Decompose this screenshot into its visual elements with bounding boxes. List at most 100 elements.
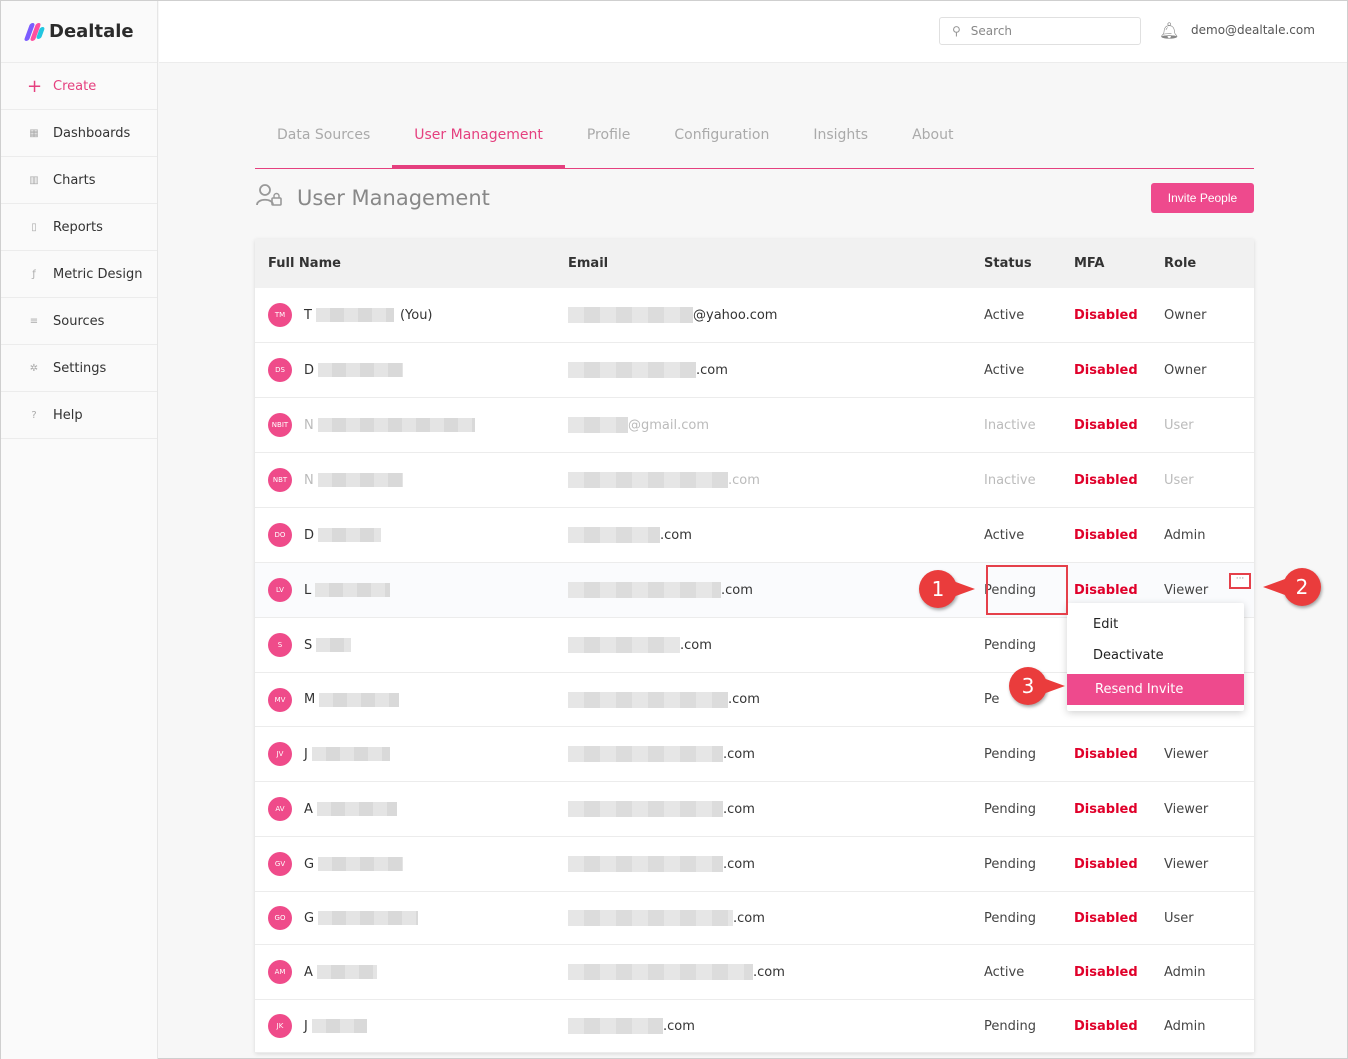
cell-mfa: Disabled [1074,472,1138,488]
header-mfa[interactable]: MFA [1074,256,1164,271]
table-row[interactable]: NBIT N @gmail.com Inactive Disabled User [255,398,1254,453]
cell-role: Viewer [1164,746,1209,762]
cell-full-name: AV A [255,797,555,821]
cell-mfa: Disabled [1074,1018,1138,1034]
cell-status: Pending [984,637,1036,653]
tab-user-management[interactable]: User Management [392,111,565,169]
cell-role: Owner [1164,307,1207,323]
name-initial: J [304,746,308,762]
cell-full-name: DS D [255,358,555,382]
table-row[interactable]: JK J .com Pending Disabled Admin [255,1000,1254,1053]
avatar: DS [268,358,292,382]
menu-item-edit[interactable]: Edit [1067,609,1244,640]
user-email[interactable]: demo@dealtale.com [1191,23,1315,37]
cell-status: Inactive [984,472,1036,488]
sidebar-item-create[interactable]: + Create [1,63,157,110]
redacted-name [318,911,419,925]
cell-role: Admin [1164,1018,1206,1034]
redacted-email [568,746,723,762]
redacted-email [568,910,733,926]
cell-status: Pending [984,801,1036,817]
avatar: JV [268,742,292,766]
menu-item-resend-invite[interactable]: Resend Invite [1067,674,1244,705]
cell-status: Active [984,307,1025,323]
tab-data-sources[interactable]: Data Sources [255,111,392,169]
sidebar-item-charts[interactable]: ▥ Charts [1,157,157,204]
cell-full-name: GV G [255,852,555,876]
table-row[interactable]: NBT N .com Inactive Disabled User [255,453,1254,508]
callout-marker-2: 2 [1263,568,1321,606]
plus-icon: + [27,75,43,97]
name-initial: T [304,307,312,323]
redacted-name [318,528,382,542]
sidebar-item-help[interactable]: ? Help [1,392,157,439]
table-row[interactable]: AV A .com Pending Disabled Viewer [255,782,1254,837]
redacted-email [568,527,660,543]
tab-profile[interactable]: Profile [565,111,653,169]
more-actions-button[interactable]: ··· [1229,573,1251,589]
redacted-email [568,637,680,653]
cell-status: Pending [984,856,1036,872]
dealtale-logo-icon [23,21,46,43]
redacted-name [316,638,352,652]
cell-status: Active [984,964,1025,980]
redacted-email [568,472,728,488]
sidebar: Dealtale + Create ▦ Dashboards ▥ Charts … [1,1,158,1059]
avatar: MV [268,687,292,712]
app-logo[interactable]: Dealtale [1,1,157,63]
sidebar-item-sources[interactable]: ≡ Sources [1,298,157,345]
header-role[interactable]: Role [1164,256,1254,271]
avatar: DO [268,523,292,547]
avatar: TM [268,303,292,327]
redacted-name [311,747,390,761]
sidebar-item-reports[interactable]: ▯ Reports [1,204,157,251]
cell-email: .com [555,1018,984,1034]
header-email[interactable]: Email [555,256,984,271]
redacted-name [317,473,403,487]
callout-marker-1: 1 [919,570,975,608]
grid-icon: ▦ [29,127,39,139]
cell-email: .com [555,472,984,488]
table-row[interactable]: TM T (You) @yahoo.com Active Disabled Ow… [255,288,1254,343]
cell-role: Owner [1164,362,1207,378]
avatar: JK [268,1014,292,1038]
table-row[interactable]: JV J .com Pending Disabled Viewer [255,727,1254,782]
sidebar-item-label: Settings [53,360,107,376]
header-full-name[interactable]: Full Name [255,256,555,271]
cell-email: .com [555,910,984,926]
table-row[interactable]: DS D .com Active Disabled Owner [255,343,1254,398]
sidebar-item-label: Metric Design [53,266,143,282]
callout-number: 1 [931,577,945,601]
tab-about[interactable]: About [890,111,975,169]
top-bar: ⚲ Search 🔔︎ demo@dealtale.com [159,1,1347,63]
email-domain: .com [663,1018,695,1034]
name-initial: M [304,692,316,707]
cell-mfa: Disabled [1074,417,1138,433]
table-row[interactable]: AM A .com Active Disabled Admin [255,945,1254,1000]
sidebar-item-label: Charts [53,172,96,188]
sidebar-item-label: Create [53,78,97,94]
name-initial: G [304,856,315,872]
redacted-email [568,1018,663,1034]
table-row[interactable]: DO D .com Active Disabled Admin [255,508,1254,563]
header-status[interactable]: Status [984,256,1074,271]
bell-icon[interactable]: 🔔︎ [1159,21,1179,40]
cell-email: .com [555,964,984,980]
table-header: Full Name Email Status MFA Role [255,239,1254,288]
tab-configuration[interactable]: Configuration [652,111,791,169]
tab-insights[interactable]: Insights [791,111,890,169]
function-icon: ƒ [32,268,36,280]
table-row[interactable]: GV G .com Pending Disabled Viewer [255,837,1254,892]
table-row[interactable]: GO G .com Pending Disabled User [255,892,1254,945]
sidebar-item-settings[interactable]: ✲ Settings [1,345,157,392]
cell-status: Active [984,527,1025,543]
menu-item-deactivate[interactable]: Deactivate [1067,640,1244,671]
sidebar-item-label: Sources [53,313,105,329]
avatar: GV [268,852,292,876]
cell-mfa: Disabled [1074,362,1138,378]
sidebar-item-metric-design[interactable]: ƒ Metric Design [1,251,157,298]
search-input[interactable]: ⚲ Search [939,17,1141,45]
sidebar-item-dashboards[interactable]: ▦ Dashboards [1,110,157,157]
cell-role: Admin [1164,527,1206,543]
invite-people-button[interactable]: Invite People [1151,183,1254,213]
